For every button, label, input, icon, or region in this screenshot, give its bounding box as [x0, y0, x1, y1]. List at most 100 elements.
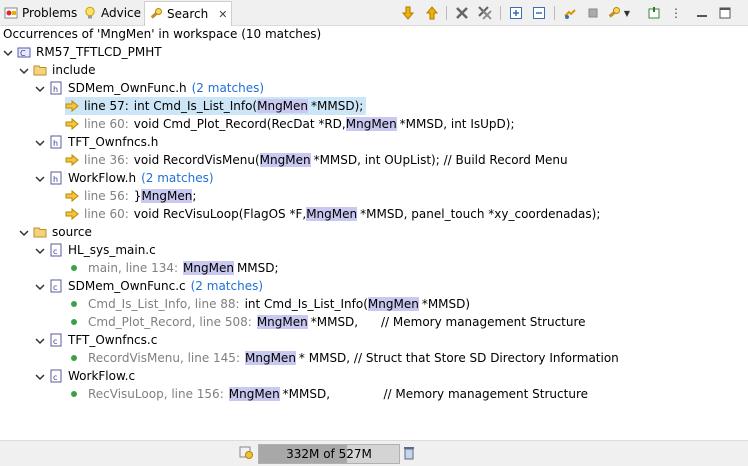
tab-problems[interactable]: Problems	[4, 0, 77, 25]
collapse-all-icon	[533, 7, 545, 19]
tree-item-file[interactable]: h TFT_Ownfncs.h	[35, 133, 158, 151]
match-arrow-icon	[65, 99, 79, 113]
line-location: main, line 134:	[88, 261, 179, 275]
line-text-post: *MMSD, int OUpList); // Build Record Men…	[313, 153, 568, 167]
tree-item-folder-source[interactable]: source	[19, 223, 92, 241]
match-highlight: MngMen	[345, 117, 397, 131]
folder-label: source	[52, 225, 92, 239]
run-search-again-button[interactable]	[561, 4, 579, 22]
result-line[interactable]: main, line 134: MngMen MMSD;	[69, 259, 279, 277]
tree-item-folder-include[interactable]: include	[19, 61, 95, 79]
line-text-post: ;	[192, 189, 197, 203]
search-history-button[interactable]: ▼	[606, 4, 632, 22]
line-text-post: * MMSD, // Struct that Store SD Director…	[298, 351, 619, 365]
chevron-down-icon: ▼	[623, 8, 631, 18]
search-result-summary: Occurrences of 'MngMen' in workspace (10…	[3, 27, 322, 41]
svg-text:h: h	[53, 85, 58, 94]
tab-advice-label: Advice	[101, 5, 142, 20]
match-arrow-icon	[65, 207, 79, 221]
expand-chevron-icon[interactable]	[35, 83, 45, 93]
expand-chevron-icon[interactable]	[19, 227, 29, 237]
collapse-all-button[interactable]	[530, 4, 548, 22]
expand-chevron-icon[interactable]	[35, 173, 45, 183]
maximize-icon	[719, 7, 731, 19]
tree-item-file[interactable]: h SDMem_OwnFunc.h (2 matches)	[35, 79, 264, 97]
svg-text:h: h	[53, 175, 58, 184]
toolbar-separator	[446, 6, 447, 20]
expand-chevron-icon[interactable]	[3, 47, 13, 57]
expand-chevron-icon[interactable]	[19, 65, 29, 75]
remove-x-icon	[456, 7, 468, 19]
tree-item-project[interactable]: C RM57_TFTLCD_PMHT	[3, 43, 162, 61]
result-line-selected[interactable]: line 57: int Cmd_Is_List_Info( MngMen *M…	[65, 97, 367, 115]
expand-all-button[interactable]	[507, 4, 525, 22]
toolbar-separator	[554, 6, 555, 20]
expand-chevron-icon[interactable]	[35, 137, 45, 147]
match-highlight: MngMen	[367, 297, 419, 311]
line-text-post: *MMSD, panel_touch *xy_coordenadas);	[360, 207, 601, 221]
folder-icon	[33, 227, 47, 238]
match-arrow-icon	[65, 189, 79, 203]
result-line[interactable]: RecVisuLoop, line 156: MngMen *MMSD, // …	[69, 385, 588, 403]
line-text-post: *MMSD);	[311, 99, 364, 113]
function-dot-icon	[71, 319, 77, 325]
tab-advice[interactable]: Advice	[83, 0, 141, 25]
maximize-button[interactable]	[716, 4, 734, 22]
gc-sync-icon[interactable]	[238, 444, 254, 460]
folder-icon	[33, 65, 47, 76]
line-text-pre: int Cmd_Is_List_Info(	[133, 99, 258, 113]
expand-chevron-icon[interactable]	[35, 245, 45, 255]
line-text-pre: void RecordVisMenu(	[133, 153, 260, 167]
minimize-icon	[697, 15, 707, 17]
line-location: line 36:	[84, 153, 129, 167]
folder-label: include	[52, 63, 96, 77]
trash-icon[interactable]	[402, 445, 416, 461]
result-line[interactable]: line 36: void RecordVisMenu( MngMen *MMS…	[65, 151, 568, 169]
svg-text:c: c	[53, 283, 57, 292]
file-name: TFT_Ownfncs.h	[68, 135, 159, 149]
tree-item-file[interactable]: c TFT_Ownfncs.c	[35, 331, 157, 349]
remove-selected-matches-button[interactable]	[453, 4, 471, 22]
c-file-icon: c	[50, 333, 62, 347]
expand-chevron-icon[interactable]	[35, 371, 45, 381]
line-text-pre: void Cmd_Plot_Record(RecDat *RD,	[133, 117, 346, 131]
expand-chevron-icon[interactable]	[35, 281, 45, 291]
search-flashlight-icon	[150, 8, 162, 19]
header-file-icon: h	[50, 171, 62, 185]
previous-match-button[interactable]	[423, 4, 441, 22]
heap-status[interactable]: 332M of 527M	[258, 444, 400, 464]
remove-all-matches-button[interactable]	[476, 4, 494, 22]
next-match-button[interactable]	[399, 4, 417, 22]
line-location: RecVisuLoop, line 156:	[88, 387, 224, 401]
arrow-down-icon	[401, 6, 415, 20]
result-line[interactable]: line 60: void Cmd_Plot_Record(RecDat *RD…	[65, 115, 514, 133]
expand-chevron-icon[interactable]	[35, 335, 45, 345]
line-location: RecordVisMenu, line 145:	[88, 351, 240, 365]
match-arrow-icon	[65, 153, 79, 167]
c-file-icon: c	[50, 243, 62, 257]
tree-item-file[interactable]: c HL_sys_main.c	[35, 241, 156, 259]
project-name: RM57_TFTLCD_PMHT	[36, 45, 162, 59]
svg-text:c: c	[53, 247, 57, 256]
match-highlight: MngMen	[257, 99, 309, 113]
pin-view-button[interactable]	[645, 4, 663, 22]
cancel-search-button[interactable]	[584, 4, 602, 22]
tab-search[interactable]: Search ✕	[144, 1, 233, 26]
result-line[interactable]: RecordVisMenu, line 145: MngMen * MMSD, …	[69, 349, 619, 367]
result-line[interactable]: line 56: } MngMen ;	[65, 187, 196, 205]
minimize-button[interactable]	[693, 4, 711, 22]
line-location: Cmd_Is_List_Info, line 88:	[88, 297, 240, 311]
file-name: WorkFlow.c	[68, 369, 136, 383]
tree-item-file[interactable]: c WorkFlow.c	[35, 367, 135, 385]
tree-item-file[interactable]: h WorkFlow.h (2 matches)	[35, 169, 214, 187]
match-highlight: MngMen	[306, 207, 358, 221]
close-tab-icon[interactable]: ✕	[218, 8, 227, 21]
tree-item-file[interactable]: c SDMem_OwnFunc.c (2 matches)	[35, 277, 263, 295]
match-highlight: MngMen	[259, 153, 311, 167]
match-highlight: MngMen	[245, 351, 296, 365]
result-line[interactable]: line 60: void RecVisuLoop(FlagOS *F, Mng…	[65, 205, 600, 223]
result-line[interactable]: Cmd_Plot_Record, line 508: MngMen *MMSD,…	[69, 313, 586, 331]
match-count: (2 matches)	[190, 279, 264, 293]
view-menu-button[interactable]: ⋮	[667, 4, 685, 22]
result-line[interactable]: Cmd_Is_List_Info, line 88: int Cmd_Is_Li…	[69, 295, 470, 313]
